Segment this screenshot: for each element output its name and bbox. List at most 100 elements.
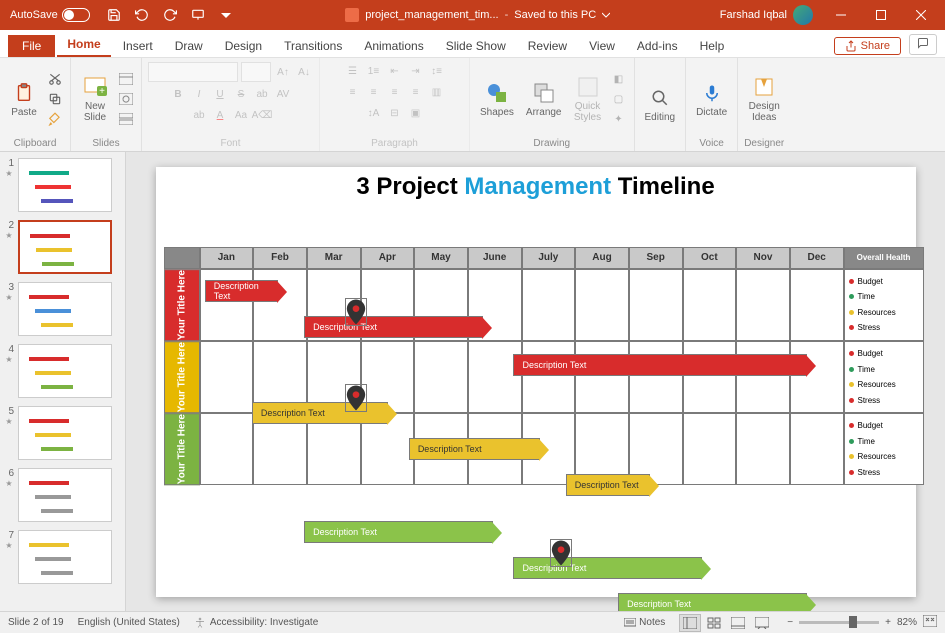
zoom-in-button[interactable]: +: [885, 617, 891, 628]
tab-review[interactable]: Review: [518, 35, 577, 57]
language-status[interactable]: English (United States): [78, 617, 180, 628]
bullets-button[interactable]: ☰: [344, 62, 362, 80]
close-button[interactable]: [901, 0, 941, 30]
share-button[interactable]: Share: [834, 37, 901, 55]
align-right-button[interactable]: ≡: [386, 83, 404, 101]
italic-button[interactable]: I: [190, 85, 208, 103]
quick-styles-button[interactable]: Quick Styles: [570, 73, 606, 125]
slide-thumbnail[interactable]: 4 ★: [4, 344, 121, 398]
numbering-button[interactable]: 1≡: [365, 62, 383, 80]
fit-to-window-button[interactable]: [923, 615, 937, 630]
gantt-cell: [629, 341, 683, 413]
normal-view-button[interactable]: [679, 614, 701, 632]
autosave-toggle[interactable]: AutoSave: [4, 8, 96, 22]
align-center-button[interactable]: ≡: [365, 83, 383, 101]
slide-thumbnail[interactable]: 7 ★: [4, 530, 121, 584]
copy-button[interactable]: [46, 90, 64, 108]
tab-addins[interactable]: Add-ins: [627, 35, 688, 57]
gantt-grid: JanFebMarAprMayJuneJulyAugSepOctNovDecOv…: [164, 247, 924, 486]
indent-increase-button[interactable]: ⇥: [407, 62, 425, 80]
clear-format-button[interactable]: A⌫: [253, 106, 271, 124]
tab-transitions[interactable]: Transitions: [274, 35, 352, 57]
shape-fill-button[interactable]: ◧: [610, 70, 628, 88]
month-header: Mar: [307, 247, 361, 269]
tab-draw[interactable]: Draw: [165, 35, 213, 57]
notes-button[interactable]: Notes: [624, 617, 665, 628]
user-section[interactable]: Farshad Iqbal: [712, 5, 821, 25]
arrange-button[interactable]: Arrange: [522, 79, 566, 120]
slide-thumbnails-panel[interactable]: 1 ★ 2 ★ 3 ★ 4 ★ 5 ★: [0, 152, 126, 611]
find-icon: [648, 86, 672, 110]
gantt-cell: [683, 341, 737, 413]
font-color-button[interactable]: A: [211, 106, 229, 124]
justify-button[interactable]: ≡: [407, 83, 425, 101]
tab-view[interactable]: View: [579, 35, 625, 57]
tab-file[interactable]: File: [8, 35, 55, 57]
strikethrough-button[interactable]: S: [232, 85, 250, 103]
shapes-button[interactable]: Shapes: [476, 79, 518, 120]
bold-button[interactable]: B: [169, 85, 187, 103]
slide-thumbnail[interactable]: 1 ★: [4, 158, 121, 212]
maximize-button[interactable]: [861, 0, 901, 30]
paste-button[interactable]: Paste: [6, 79, 42, 120]
editing-button[interactable]: Editing: [641, 84, 680, 125]
undo-icon[interactable]: [134, 7, 150, 23]
cut-button[interactable]: [46, 70, 64, 88]
underline-button[interactable]: U: [211, 85, 229, 103]
font-name-combo[interactable]: [148, 62, 238, 82]
highlight-button[interactable]: ab: [190, 106, 208, 124]
section-button[interactable]: [117, 110, 135, 128]
minimize-button[interactable]: [821, 0, 861, 30]
slide-thumbnail[interactable]: 5 ★: [4, 406, 121, 460]
decrease-font-button[interactable]: A↓: [295, 63, 313, 81]
format-painter-button[interactable]: [46, 110, 64, 128]
slideshow-view-button[interactable]: [751, 614, 773, 632]
new-slide-button[interactable]: + New Slide: [77, 73, 113, 125]
align-left-button[interactable]: ≡: [344, 83, 362, 101]
qat-more-icon[interactable]: [218, 7, 234, 23]
smartart-button[interactable]: ▣: [407, 104, 425, 122]
slide-thumbnail[interactable]: 2 ★: [4, 220, 121, 274]
tab-help[interactable]: Help: [690, 35, 735, 57]
row-label: Your Title Here: [164, 413, 200, 485]
present-icon[interactable]: [190, 7, 206, 23]
sorter-view-button[interactable]: [703, 614, 725, 632]
chevron-down-icon[interactable]: [602, 11, 610, 19]
align-text-button[interactable]: ⊟: [386, 104, 404, 122]
comments-button[interactable]: [909, 34, 937, 55]
font-size-combo[interactable]: [241, 62, 271, 82]
tab-design[interactable]: Design: [215, 35, 272, 57]
redo-icon[interactable]: [162, 7, 178, 23]
zoom-slider[interactable]: [799, 621, 879, 624]
change-case-button[interactable]: Aa: [232, 106, 250, 124]
columns-button[interactable]: ▥: [428, 83, 446, 101]
text-direction-button[interactable]: ↕A: [365, 104, 383, 122]
zoom-out-button[interactable]: −: [787, 617, 793, 628]
tab-animations[interactable]: Animations: [354, 35, 433, 57]
reset-button[interactable]: [117, 90, 135, 108]
reading-view-button[interactable]: [727, 614, 749, 632]
tab-home[interactable]: Home: [57, 33, 110, 57]
health-header: Overall Health: [844, 247, 924, 269]
shape-outline-button[interactable]: ▢: [610, 90, 628, 108]
line-spacing-button[interactable]: ↕≡: [428, 62, 446, 80]
indent-decrease-button[interactable]: ⇤: [386, 62, 404, 80]
save-icon[interactable]: [106, 7, 122, 23]
spacing-button[interactable]: AV: [274, 85, 292, 103]
gantt-cell: [683, 269, 737, 341]
tab-slideshow[interactable]: Slide Show: [436, 35, 516, 57]
slide-thumbnail[interactable]: 6 ★: [4, 468, 121, 522]
accessibility-status[interactable]: Accessibility: Investigate: [194, 617, 318, 629]
shape-effects-button[interactable]: ✦: [610, 110, 628, 128]
dictate-button[interactable]: Dictate: [692, 79, 731, 120]
shapes-icon: [485, 81, 509, 105]
slide-thumbnail[interactable]: 3 ★: [4, 282, 121, 336]
slide-canvas[interactable]: 3 Project Management Timeline JanFebMarA…: [126, 152, 945, 611]
design-ideas-button[interactable]: Design Ideas: [745, 73, 784, 125]
tab-insert[interactable]: Insert: [113, 35, 163, 57]
zoom-value[interactable]: 82%: [897, 617, 917, 628]
autosave-label: AutoSave: [10, 9, 58, 21]
shadow-button[interactable]: ab: [253, 85, 271, 103]
layout-button[interactable]: [117, 70, 135, 88]
increase-font-button[interactable]: A↑: [274, 63, 292, 81]
